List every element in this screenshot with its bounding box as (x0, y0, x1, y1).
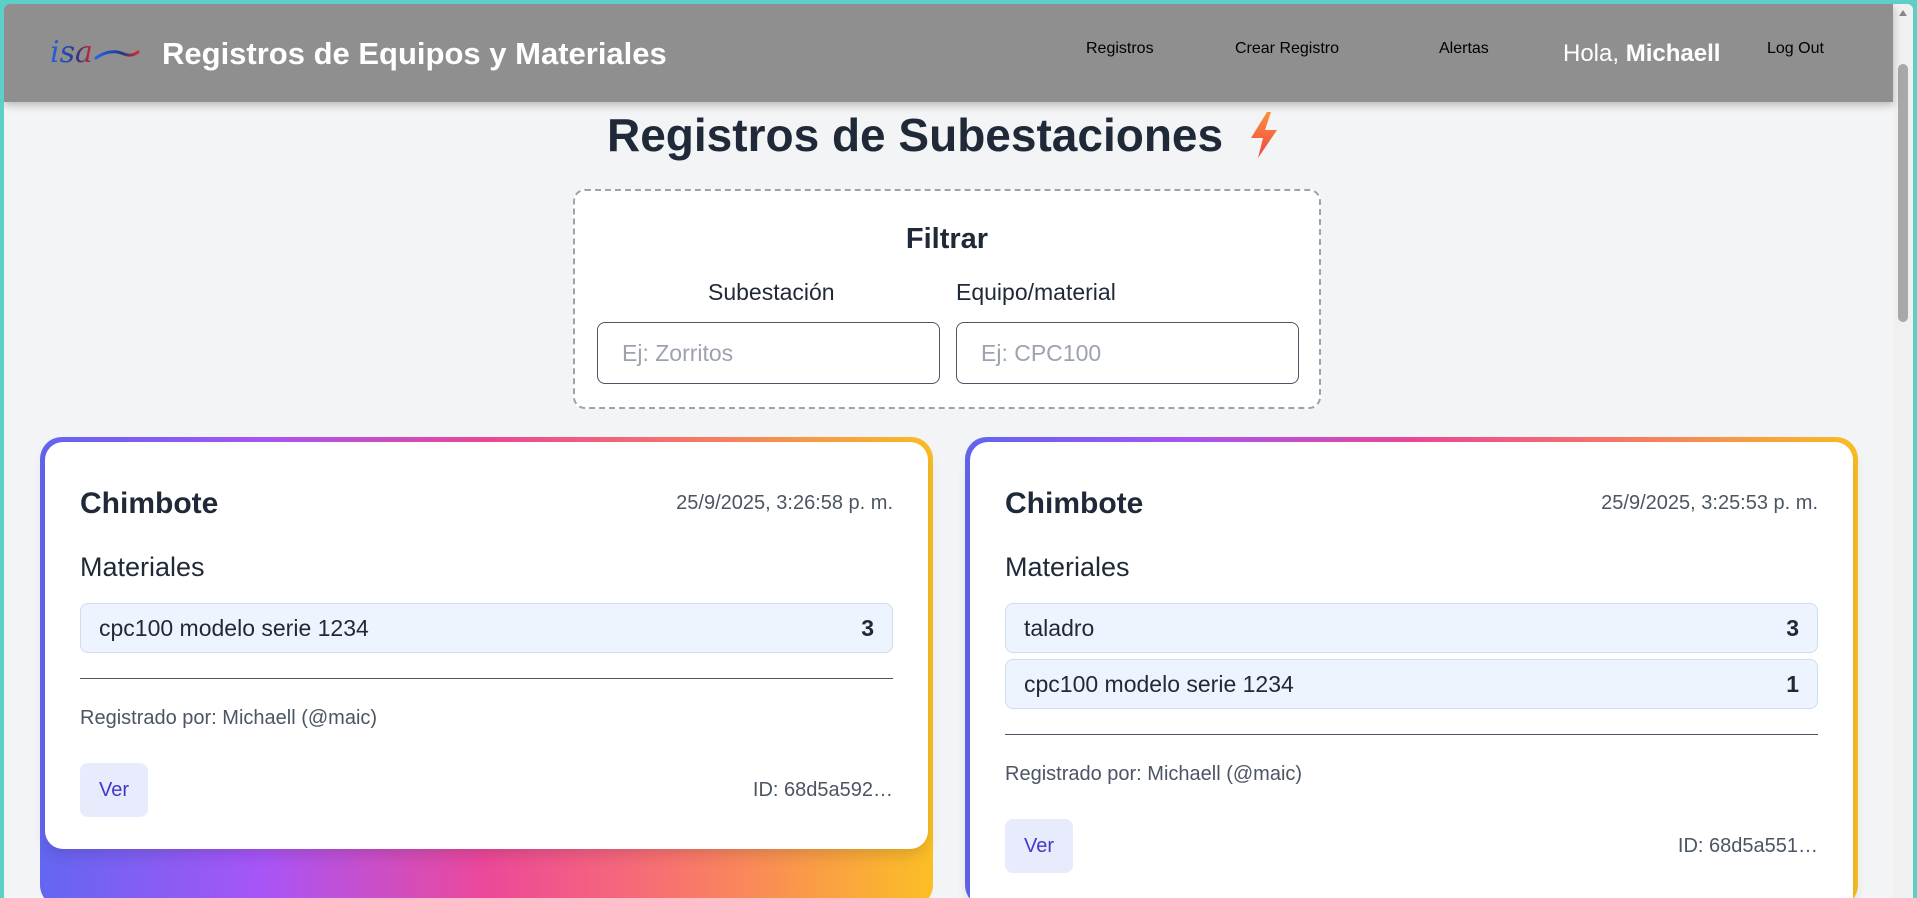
nav-registros-link[interactable]: Registros (1086, 40, 1154, 58)
svg-text:isa: isa (50, 35, 93, 70)
scroll-up-arrow-icon[interactable] (1899, 10, 1907, 16)
item-quantity: 3 (861, 614, 874, 641)
greeting-prefix: Hola, (1563, 40, 1626, 67)
record-date: 25/9/2025, 3:26:58 p. m. (676, 492, 893, 514)
record-section-title: Materiales (80, 552, 205, 582)
user-greeting: Hola, Michaell (1563, 40, 1720, 68)
subestacion-input[interactable] (597, 322, 940, 384)
record-card-body: Chimbote 25/9/2025, 3:25:53 p. m. Materi… (970, 442, 1853, 898)
record-card-body: Chimbote 25/9/2025, 3:26:58 p. m. Materi… (45, 442, 928, 849)
top-navbar: isa Registros de Equipos y Materiales Re… (4, 4, 1893, 102)
item-label: cpc100 modelo serie 1234 (99, 614, 369, 641)
user-name: Michaell (1625, 40, 1721, 67)
nav-crear-registro-link[interactable]: Crear Registro (1235, 40, 1339, 58)
record-date: 25/9/2025, 3:25:53 p. m. (1601, 492, 1818, 514)
item-quantity: 1 (1786, 670, 1799, 697)
card-divider (1005, 734, 1818, 735)
record-item: taladro 3 (1005, 603, 1818, 653)
page-title-text: Registros de Subestaciones (607, 109, 1224, 161)
record-substation-name: Chimbote (80, 487, 219, 520)
subestacion-label: Subestación (708, 279, 835, 305)
nav-alertas-link[interactable]: Alertas (1439, 40, 1489, 58)
record-id: ID: 68d5a592… (752, 779, 893, 801)
equipo-material-label: Equipo/material (956, 279, 1116, 305)
registered-by: Registrado por: Michaell (@maic) (80, 707, 378, 729)
record-card: Chimbote 25/9/2025, 3:25:53 p. m. Materi… (965, 437, 1858, 898)
record-id: ID: 68d5a551… (1677, 835, 1818, 857)
record-item: cpc100 modelo serie 1234 3 (80, 603, 893, 653)
record-section-title: Materiales (1005, 552, 1130, 582)
item-label: cpc100 modelo serie 1234 (1024, 670, 1294, 697)
card-divider (80, 678, 893, 679)
scrollbar-thumb[interactable] (1898, 64, 1908, 322)
browser-viewport: isa Registros de Equipos y Materiales Re… (4, 4, 1913, 898)
record-item: cpc100 modelo serie 1234 1 (1005, 659, 1818, 709)
logout-link[interactable]: Log Out (1767, 40, 1824, 58)
filter-panel: Filtrar Subestación Equipo/material (573, 189, 1321, 409)
equipo-material-input[interactable] (956, 322, 1299, 384)
record-items-list: taladro 3 cpc100 modelo serie 1234 1 (1005, 603, 1818, 715)
page-title: Registros de Subestaciones (607, 108, 1281, 162)
lightning-bolt-icon (1251, 112, 1278, 158)
item-quantity: 3 (1786, 614, 1799, 641)
app-title: Registros de Equipos y Materiales (162, 36, 667, 71)
registered-by: Registrado por: Michaell (@maic) (1005, 763, 1303, 785)
record-card: Chimbote 25/9/2025, 3:26:58 p. m. Materi… (40, 437, 933, 898)
ver-button[interactable]: Ver (80, 763, 148, 817)
vertical-scrollbar[interactable] (1893, 4, 1913, 898)
record-items-list: cpc100 modelo serie 1234 3 (80, 603, 893, 659)
filter-title: Filtrar (905, 223, 989, 255)
item-label: taladro (1024, 614, 1095, 641)
isa-logo[interactable]: isa (48, 34, 140, 74)
record-substation-name: Chimbote (1005, 487, 1144, 520)
ver-button[interactable]: Ver (1005, 819, 1073, 873)
